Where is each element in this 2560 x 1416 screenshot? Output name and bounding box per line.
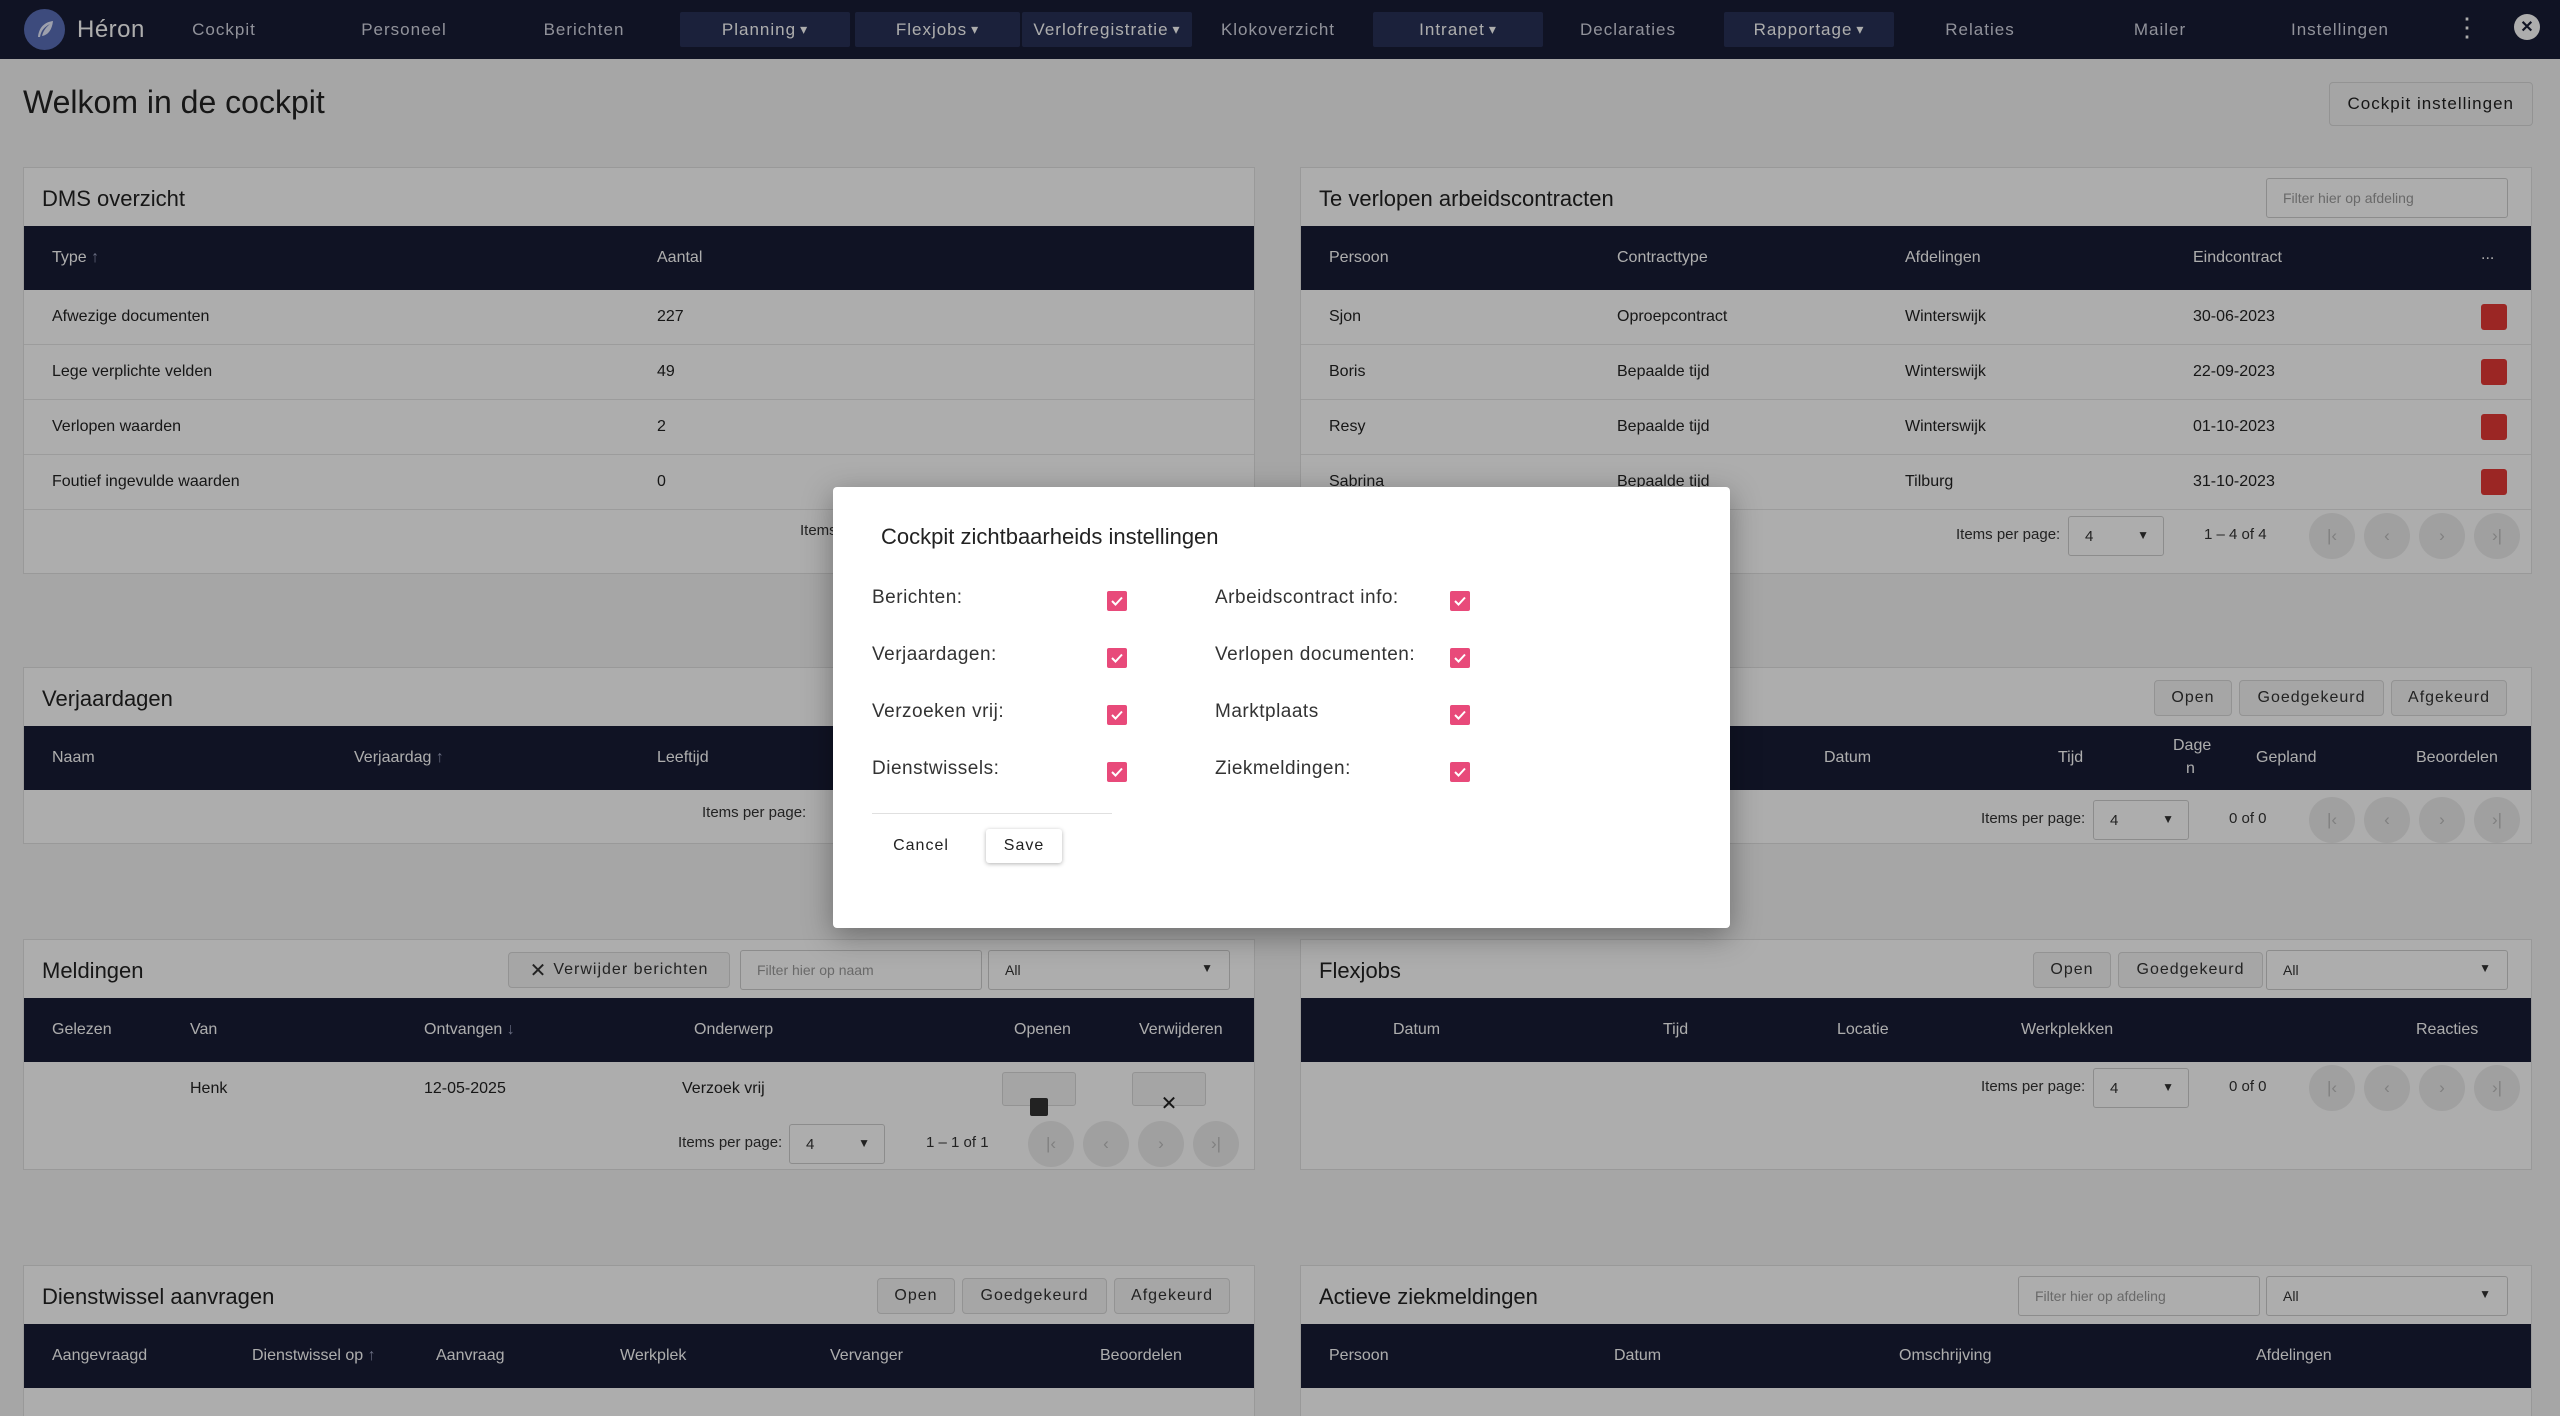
option-verjaardagen-label: Verjaardagen:	[872, 644, 997, 665]
option-verzoeken-vrij-checkbox[interactable]	[1107, 705, 1127, 725]
check-icon	[1111, 596, 1123, 606]
dialog-title: Cockpit zichtbaarheids instellingen	[881, 524, 1219, 549]
check-icon	[1111, 767, 1123, 777]
check-icon	[1454, 653, 1466, 663]
cancel-button[interactable]: Cancel	[883, 829, 959, 863]
option-verjaardagen-checkbox[interactable]	[1107, 648, 1127, 668]
option-verzoeken-vrij-label: Verzoeken vrij:	[872, 701, 1005, 722]
option-berichten-checkbox[interactable]	[1107, 591, 1127, 611]
option-marktplaats-checkbox[interactable]	[1450, 705, 1470, 725]
check-icon	[1454, 596, 1466, 606]
option-dienstwissels-label: Dienstwissels:	[872, 758, 1000, 779]
option-berichten-label: Berichten:	[872, 587, 963, 608]
option-dienstwissels-checkbox[interactable]	[1107, 762, 1127, 782]
check-icon	[1454, 767, 1466, 777]
option-ziekmeldingen-label: Ziekmeldingen:	[1215, 758, 1351, 779]
check-icon	[1111, 710, 1123, 720]
check-icon	[1111, 653, 1123, 663]
option-marktplaats-label: Marktplaats	[1215, 701, 1319, 722]
option-ziekmeldingen-checkbox[interactable]	[1450, 762, 1470, 782]
option-arbeidscontract-label: Arbeidscontract info:	[1215, 587, 1399, 608]
option-verlopen-documenten-checkbox[interactable]	[1450, 648, 1470, 668]
check-icon	[1454, 710, 1466, 720]
option-verlopen-documenten-label: Verlopen documenten:	[1215, 644, 1416, 665]
option-arbeidscontract-checkbox[interactable]	[1450, 591, 1470, 611]
visibility-settings-dialog: Cockpit zichtbaarheids instellingen Beri…	[833, 487, 1730, 928]
save-button[interactable]: Save	[986, 829, 1062, 863]
dialog-divider	[872, 813, 1112, 814]
